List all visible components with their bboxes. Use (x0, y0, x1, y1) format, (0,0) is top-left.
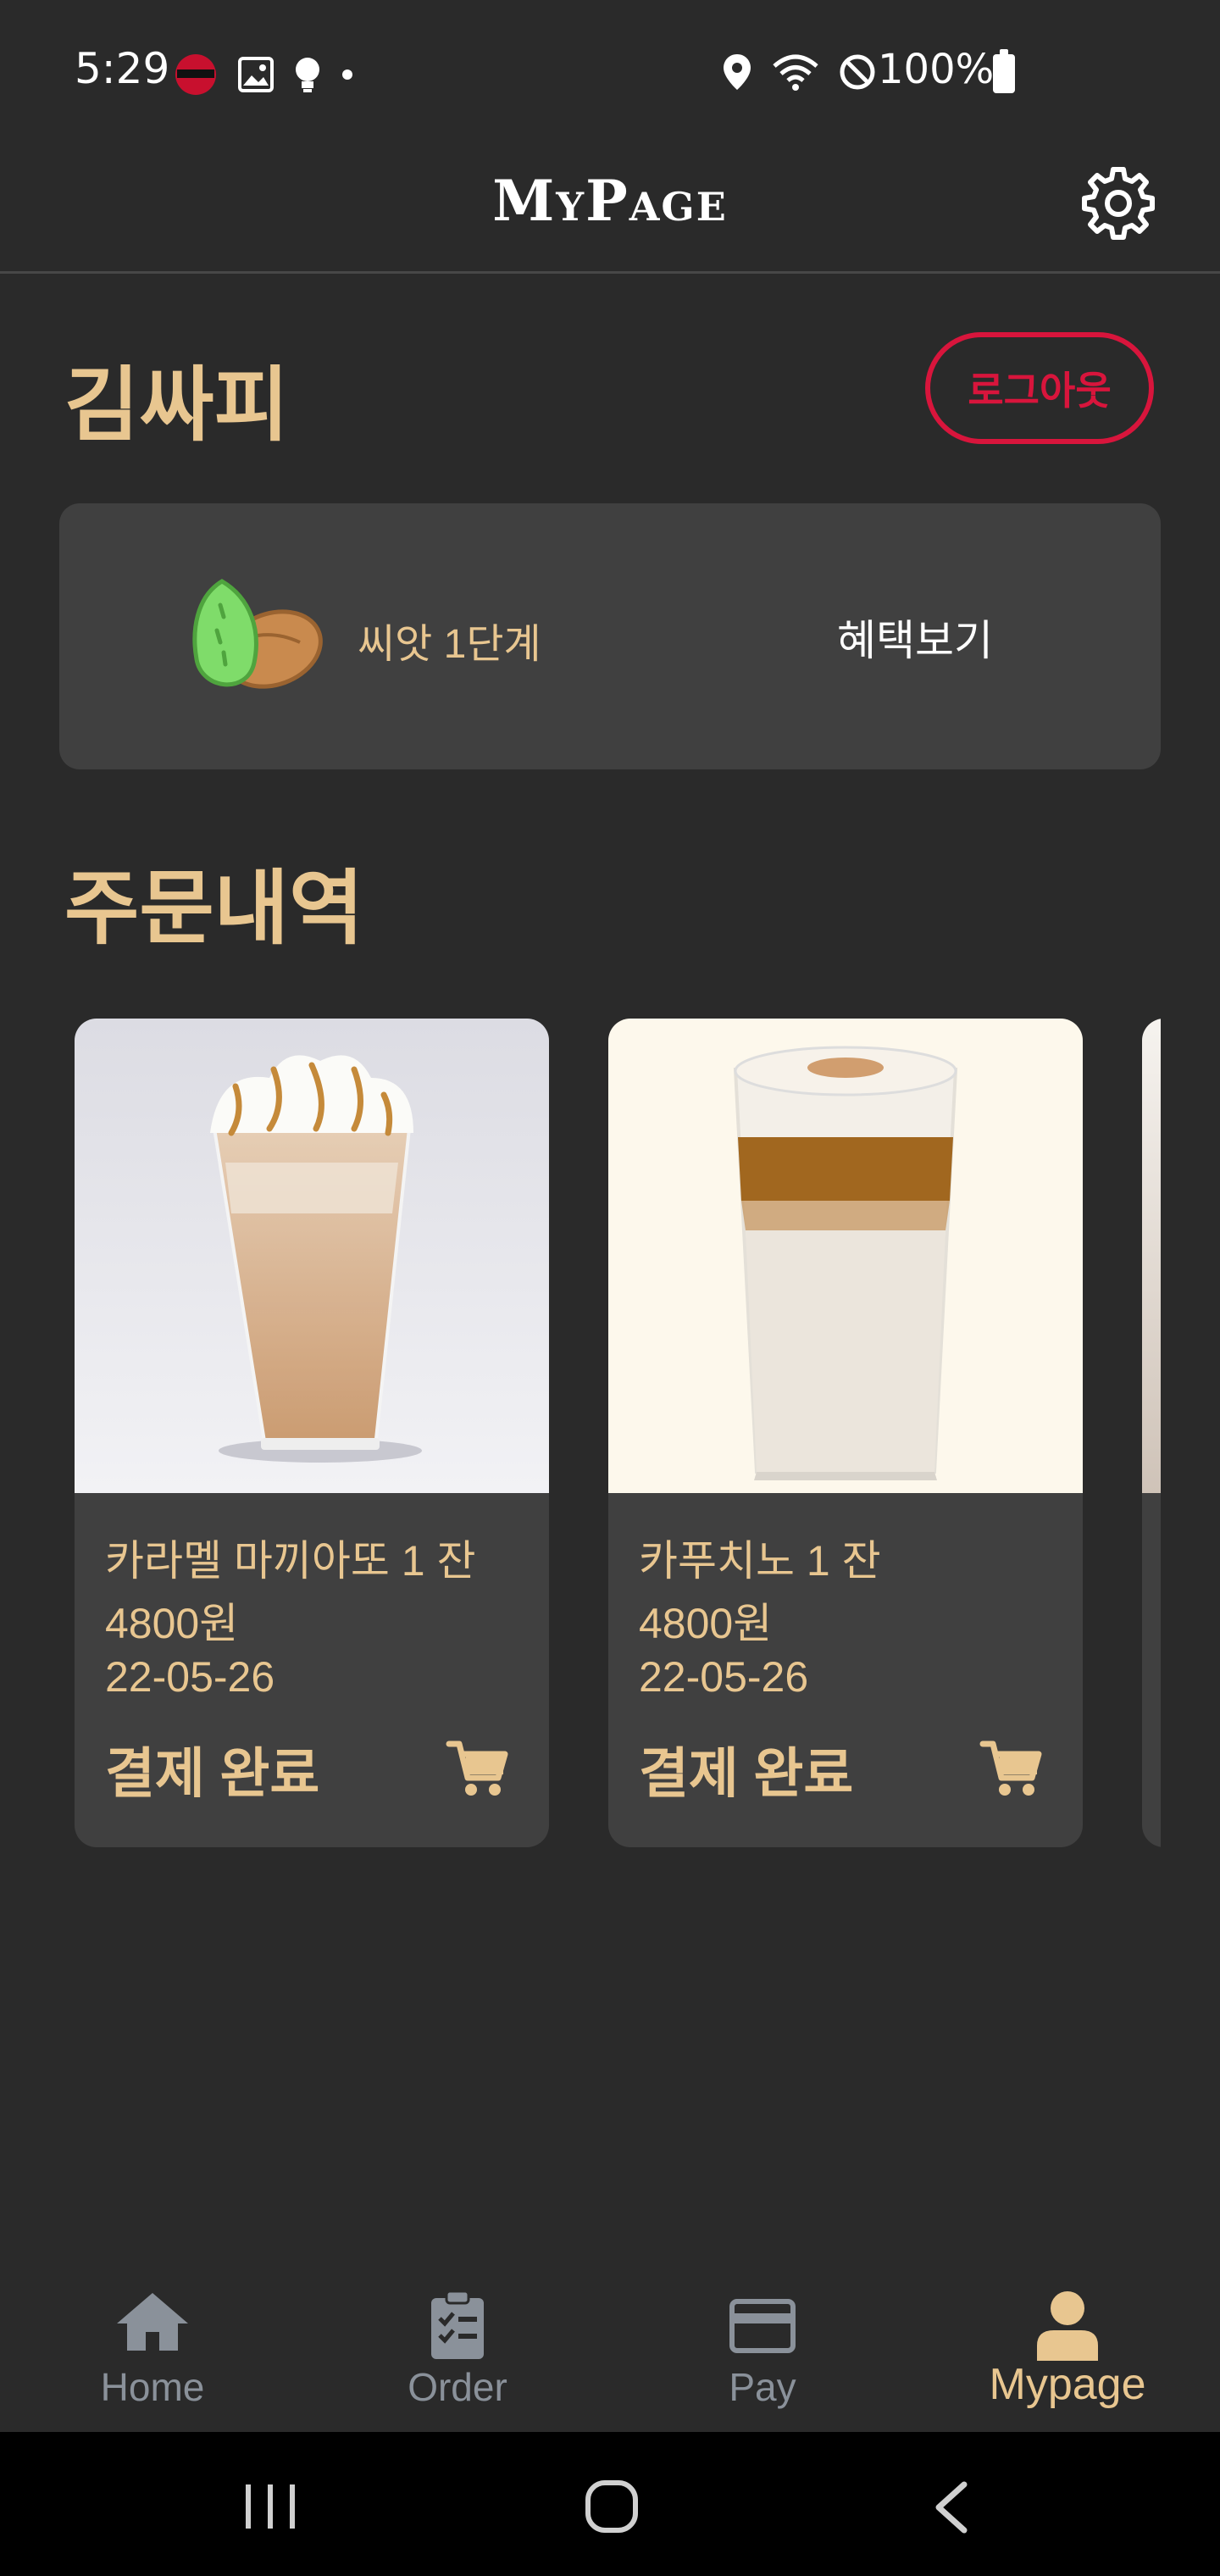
order-item-name: 카푸치노 1 잔 (639, 1537, 881, 1585)
battery-icon (993, 49, 1015, 93)
app-notification-icon (175, 54, 216, 95)
nav-mypage[interactable]: Mypage (915, 2271, 1220, 2432)
order-status: 결제 완료 (105, 1743, 320, 1804)
app-bar: MyPage (0, 127, 1220, 274)
order-card[interactable]: 카라멜 마끼아또 1 잔 4800원 22-05-26 결제 완료 (75, 1019, 549, 1847)
status-time: 5:29 (75, 44, 170, 93)
view-benefits-button[interactable]: 혜택보기 (837, 607, 993, 668)
user-name: 김싸피 (64, 360, 289, 451)
clipboard-icon (431, 2290, 484, 2359)
seed-icon (192, 579, 323, 689)
gear-icon (1082, 167, 1155, 240)
cappuccino-image (608, 1019, 1083, 1493)
caramel-macchiato-image (75, 1019, 549, 1493)
notification-icons (174, 53, 353, 97)
order-item-date: 22-05-26 (105, 1653, 275, 1701)
settings-button[interactable] (1076, 161, 1161, 246)
credit-card-icon (729, 2299, 796, 2353)
nav-order[interactable]: Order (305, 2271, 610, 2432)
person-icon (1037, 2291, 1098, 2361)
order-item-price: 4800원 (105, 1600, 239, 1647)
order-item-name: 카라멜 마끼아또 1 잔 (105, 1537, 476, 1585)
nav-home-label: Home (100, 2365, 205, 2409)
nav-pay[interactable]: Pay (610, 2271, 915, 2432)
grade-level-label: 씨앗 1단계 (358, 622, 541, 667)
order-image-partial (1142, 1019, 1161, 1493)
order-item-price: 4800원 (639, 1600, 773, 1647)
image-icon (238, 57, 274, 92)
lightbulb-icon (296, 58, 319, 92)
back-icon[interactable] (932, 2481, 971, 2534)
home-button-icon[interactable] (585, 2479, 639, 2534)
nav-pay-label: Pay (729, 2365, 796, 2409)
system-navigation-bar (0, 2432, 1220, 2576)
do-not-disturb-icon (840, 54, 875, 90)
cart-icon[interactable] (979, 1737, 1044, 1802)
page-title: MyPage (492, 168, 728, 234)
order-card[interactable]: 카푸치노 1 잔 4800원 22-05-26 결제 완료 (608, 1019, 1083, 1847)
battery-percentage: 100% (878, 46, 995, 93)
order-history-list[interactable]: 카라멜 마끼아또 1 잔 4800원 22-05-26 결제 완료 카푸치노 1… (75, 1019, 1161, 1849)
location-icon (724, 54, 751, 90)
home-icon (117, 2293, 188, 2351)
dot-icon (342, 69, 352, 80)
order-item-date: 22-05-26 (639, 1653, 809, 1701)
status-bar: 5:29 100% (0, 0, 1220, 127)
cart-icon[interactable] (446, 1737, 510, 1802)
wifi-icon (773, 54, 818, 91)
bottom-navigation: Home Order Pay Mypage (0, 2271, 1220, 2432)
nav-mypage-label: Mypage (989, 2360, 1146, 2409)
nav-order-label: Order (408, 2365, 507, 2409)
order-status: 결제 완료 (639, 1743, 854, 1804)
logout-button[interactable]: 로그아웃 (925, 332, 1154, 444)
system-status-icons (722, 53, 876, 92)
order-history-title: 주문내역 (64, 863, 364, 954)
grade-card: 씨앗 1단계 혜택보기 (59, 503, 1161, 769)
order-card-partial[interactable] (1142, 1019, 1161, 1847)
recent-apps-icon[interactable] (242, 2483, 300, 2530)
nav-home[interactable]: Home (0, 2271, 305, 2432)
